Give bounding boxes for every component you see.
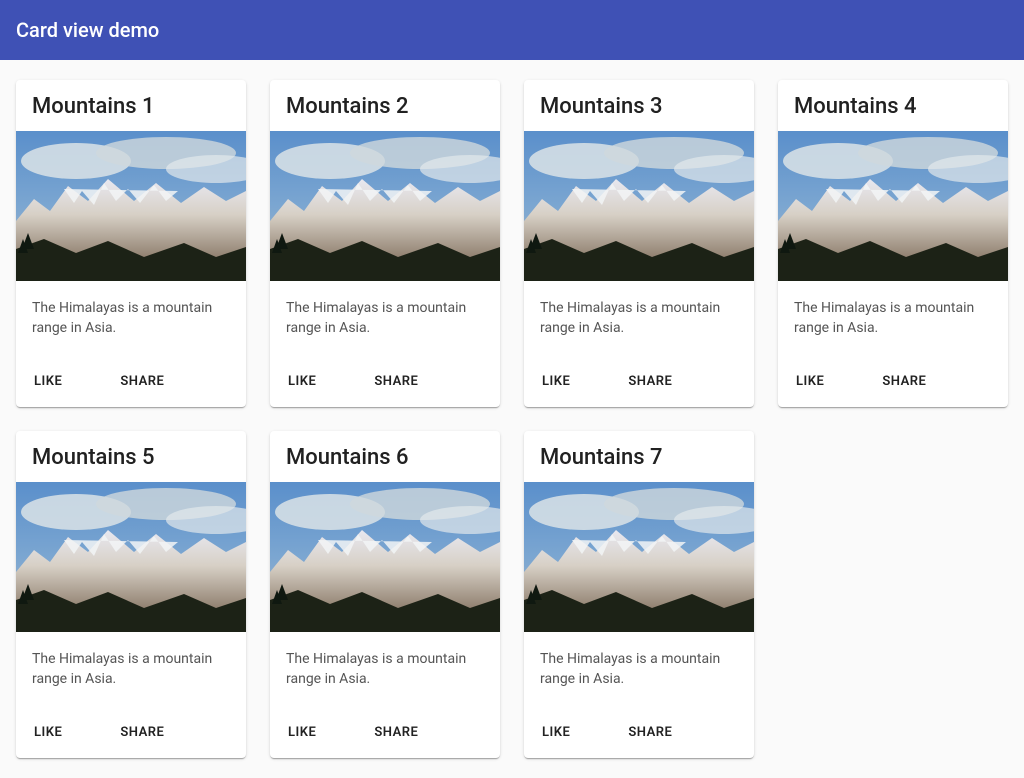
card-image — [16, 131, 246, 281]
like-button[interactable]: LIKE — [278, 717, 326, 748]
card-image — [778, 131, 1008, 281]
like-button[interactable]: LIKE — [532, 717, 580, 748]
share-button[interactable]: SHARE — [364, 717, 428, 748]
like-button[interactable]: LIKE — [532, 366, 580, 397]
card-title: Mountains 1 — [16, 80, 246, 131]
like-button[interactable]: LIKE — [24, 717, 72, 748]
share-button[interactable]: SHARE — [364, 366, 428, 397]
card: Mountains 5 The Himalayas is a mountain … — [16, 431, 246, 758]
card-description: The Himalayas is a mountain range in Asi… — [778, 281, 1008, 358]
like-button[interactable]: LIKE — [24, 366, 72, 397]
card-actions: LIKE SHARE — [16, 709, 246, 758]
card-description: The Himalayas is a mountain range in Asi… — [270, 281, 500, 358]
card: Mountains 1 — [16, 80, 246, 407]
card-actions: LIKE SHARE — [16, 358, 246, 407]
card-actions: LIKE SHARE — [270, 358, 500, 407]
card-actions: LIKE SHARE — [778, 358, 1008, 407]
card-description: The Himalayas is a mountain range in Asi… — [16, 281, 246, 358]
card: Mountains 2 The Himalayas is a mountain … — [270, 80, 500, 407]
share-button[interactable]: SHARE — [110, 717, 174, 748]
share-button[interactable]: SHARE — [872, 366, 936, 397]
like-button[interactable]: LIKE — [786, 366, 834, 397]
share-button[interactable]: SHARE — [618, 717, 682, 748]
card-title: Mountains 4 — [778, 80, 1008, 131]
card-actions: LIKE SHARE — [270, 709, 500, 758]
card-title: Mountains 5 — [16, 431, 246, 482]
card: Mountains 7 The Himalayas is a mountain … — [524, 431, 754, 758]
like-button[interactable]: LIKE — [278, 366, 326, 397]
card-title: Mountains 7 — [524, 431, 754, 482]
card-title: Mountains 2 — [270, 80, 500, 131]
card-actions: LIKE SHARE — [524, 709, 754, 758]
card: Mountains 6 The Himalayas is a mountain … — [270, 431, 500, 758]
card-image — [270, 482, 500, 632]
card-actions: LIKE SHARE — [524, 358, 754, 407]
card-title: Mountains 6 — [270, 431, 500, 482]
share-button[interactable]: SHARE — [618, 366, 682, 397]
card-image — [16, 482, 246, 632]
card-description: The Himalayas is a mountain range in Asi… — [16, 632, 246, 709]
card-title: Mountains 3 — [524, 80, 754, 131]
card-grid: Mountains 1 — [0, 60, 1024, 778]
share-button[interactable]: SHARE — [110, 366, 174, 397]
card: Mountains 4 The Himalayas is a mountain … — [778, 80, 1008, 407]
card-image — [270, 131, 500, 281]
card-image — [524, 131, 754, 281]
app-header: Card view demo — [0, 0, 1024, 60]
card-description: The Himalayas is a mountain range in Asi… — [524, 281, 754, 358]
card: Mountains 3 The Himalayas is a mountain … — [524, 80, 754, 407]
card-description: The Himalayas is a mountain range in Asi… — [270, 632, 500, 709]
card-description: The Himalayas is a mountain range in Asi… — [524, 632, 754, 709]
app-title: Card view demo — [16, 18, 159, 42]
card-image — [524, 482, 754, 632]
